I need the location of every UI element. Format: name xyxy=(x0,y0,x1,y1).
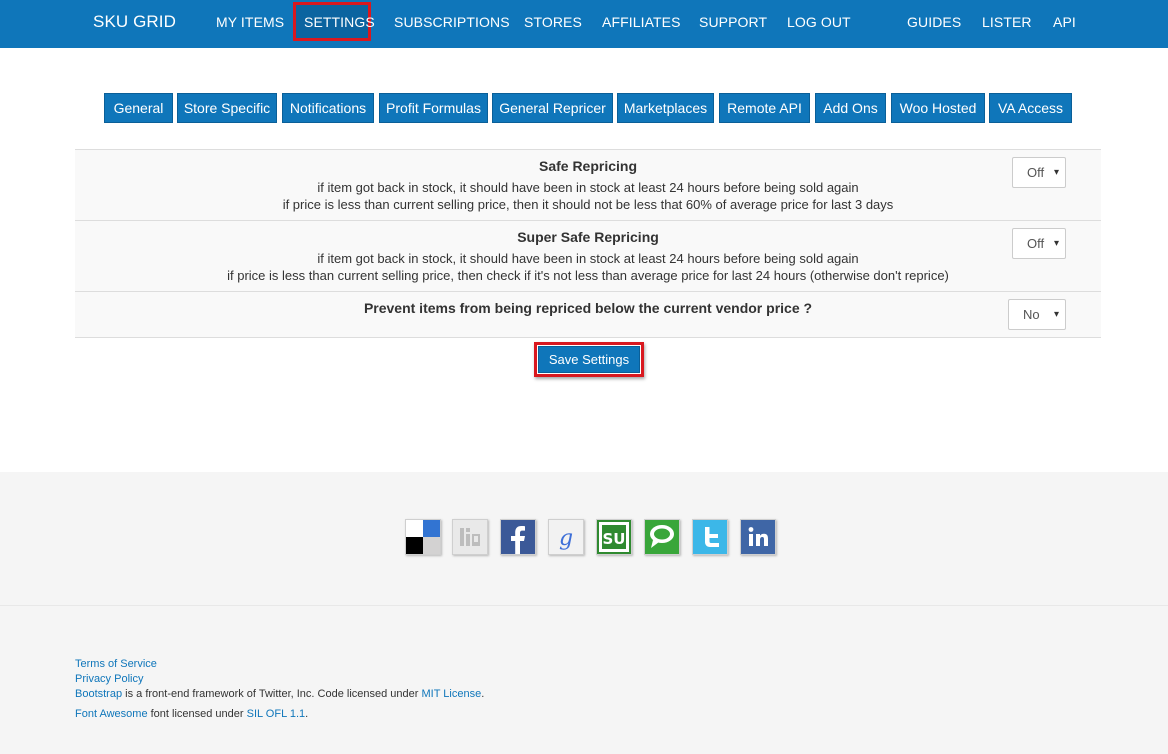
chevron-down-icon: ▾ xyxy=(1053,167,1059,178)
chevron-down-icon: ▾ xyxy=(1053,309,1059,320)
super-safe-repricing-row: Super Safe Repricing if item got back in… xyxy=(75,220,1101,292)
nav-support[interactable]: SUPPORT xyxy=(699,0,767,44)
safe-repricing-desc-1: if item got back in stock, it should hav… xyxy=(317,180,859,195)
brand-logo[interactable]: SKU GRID xyxy=(93,0,176,44)
mit-license-link[interactable]: MIT License xyxy=(421,688,481,700)
nav-guides[interactable]: GUIDES xyxy=(907,0,961,44)
tab-notifications[interactable]: Notifications xyxy=(282,93,374,123)
tab-woo-hosted[interactable]: Woo Hosted xyxy=(891,93,985,123)
technorati-icon[interactable] xyxy=(644,519,680,555)
delicious-icon[interactable] xyxy=(405,519,441,555)
linkedin-icon[interactable] xyxy=(740,519,776,555)
font-awesome-credit-text: font licensed under xyxy=(147,708,247,720)
nav-stores[interactable]: STORES xyxy=(524,0,582,44)
digg-icon[interactable] xyxy=(452,519,488,555)
tab-marketplaces[interactable]: Marketplaces xyxy=(617,93,714,123)
safe-repricing-value: Off xyxy=(1027,165,1045,180)
prevent-below-vendor-title: Prevent items from being repriced below … xyxy=(363,300,813,316)
footer-fontawesome-line: Font Awesome font licensed under SIL OFL… xyxy=(75,708,308,720)
page-footer xyxy=(0,606,1168,754)
facebook-icon[interactable] xyxy=(500,519,536,555)
prevent-below-vendor-select[interactable]: No ▾ xyxy=(1008,299,1066,330)
terms-of-service-link[interactable]: Terms of Service xyxy=(75,658,157,670)
super-safe-repricing-select[interactable]: Off ▾ xyxy=(1012,228,1066,259)
svg-text:g: g xyxy=(559,526,573,551)
prevent-below-vendor-row: Prevent items from being repriced below … xyxy=(75,291,1101,338)
tab-store-specific[interactable]: Store Specific xyxy=(177,93,277,123)
footer-privacy-line: Privacy Policy xyxy=(75,673,143,685)
tab-general-repricer[interactable]: General Repricer xyxy=(492,93,613,123)
footer-period: . xyxy=(305,708,309,720)
privacy-policy-link[interactable]: Privacy Policy xyxy=(75,673,143,685)
tab-general[interactable]: General xyxy=(104,93,173,123)
super-safe-repricing-value: Off xyxy=(1027,236,1045,251)
bootstrap-credit-text: is a front-end framework of Twitter, Inc… xyxy=(122,688,422,700)
nav-affiliates[interactable]: AFFILIATES xyxy=(602,0,681,44)
nav-log-out[interactable]: LOG OUT xyxy=(787,0,851,44)
twitter-icon[interactable] xyxy=(692,519,728,555)
nav-settings[interactable]: SETTINGS xyxy=(304,0,375,44)
social-share-band xyxy=(0,472,1168,606)
tab-remote-api[interactable]: Remote API xyxy=(719,93,810,123)
tab-va-access[interactable]: VA Access xyxy=(989,93,1072,123)
bootstrap-link[interactable]: Bootstrap xyxy=(75,688,122,700)
footer-bootstrap-line: Bootstrap is a front-end framework of Tw… xyxy=(75,688,484,700)
nav-subscriptions[interactable]: SUBSCRIPTIONS xyxy=(394,0,510,44)
safe-repricing-select[interactable]: Off ▾ xyxy=(1012,157,1066,188)
super-safe-repricing-desc-1: if item got back in stock, it should hav… xyxy=(317,251,859,266)
sil-ofl-link[interactable]: SIL OFL 1.1 xyxy=(247,708,306,720)
font-awesome-link[interactable]: Font Awesome xyxy=(75,708,148,720)
tab-add-ons[interactable]: Add Ons xyxy=(815,93,886,123)
save-settings-button[interactable]: Save Settings xyxy=(538,346,640,373)
save-settings-highlight-box: Save Settings xyxy=(534,342,644,377)
svg-text:SU: SU xyxy=(603,530,626,548)
chevron-down-icon: ▾ xyxy=(1053,238,1059,249)
safe-repricing-row: Safe Repricing if item got back in stock… xyxy=(75,149,1101,221)
nav-api[interactable]: API xyxy=(1053,0,1076,44)
super-safe-repricing-title: Super Safe Repricing xyxy=(517,229,659,245)
super-safe-repricing-desc-2: if price is less than current selling pr… xyxy=(227,268,949,283)
google-icon[interactable]: g xyxy=(548,519,584,555)
safe-repricing-desc-2: if price is less than current selling pr… xyxy=(282,197,894,212)
footer-terms-line: Terms of Service xyxy=(75,658,157,670)
safe-repricing-title: Safe Repricing xyxy=(538,158,638,174)
top-navbar: SKU GRID MY ITEMS SETTINGS SUBSCRIPTIONS… xyxy=(0,0,1168,48)
nav-my-items[interactable]: MY ITEMS xyxy=(216,0,284,44)
tab-profit-formulas[interactable]: Profit Formulas xyxy=(379,93,488,123)
stumbleupon-icon[interactable]: SU xyxy=(596,519,632,555)
nav-lister[interactable]: LISTER xyxy=(982,0,1032,44)
footer-period: . xyxy=(481,688,485,700)
prevent-below-vendor-value: No xyxy=(1023,307,1040,322)
